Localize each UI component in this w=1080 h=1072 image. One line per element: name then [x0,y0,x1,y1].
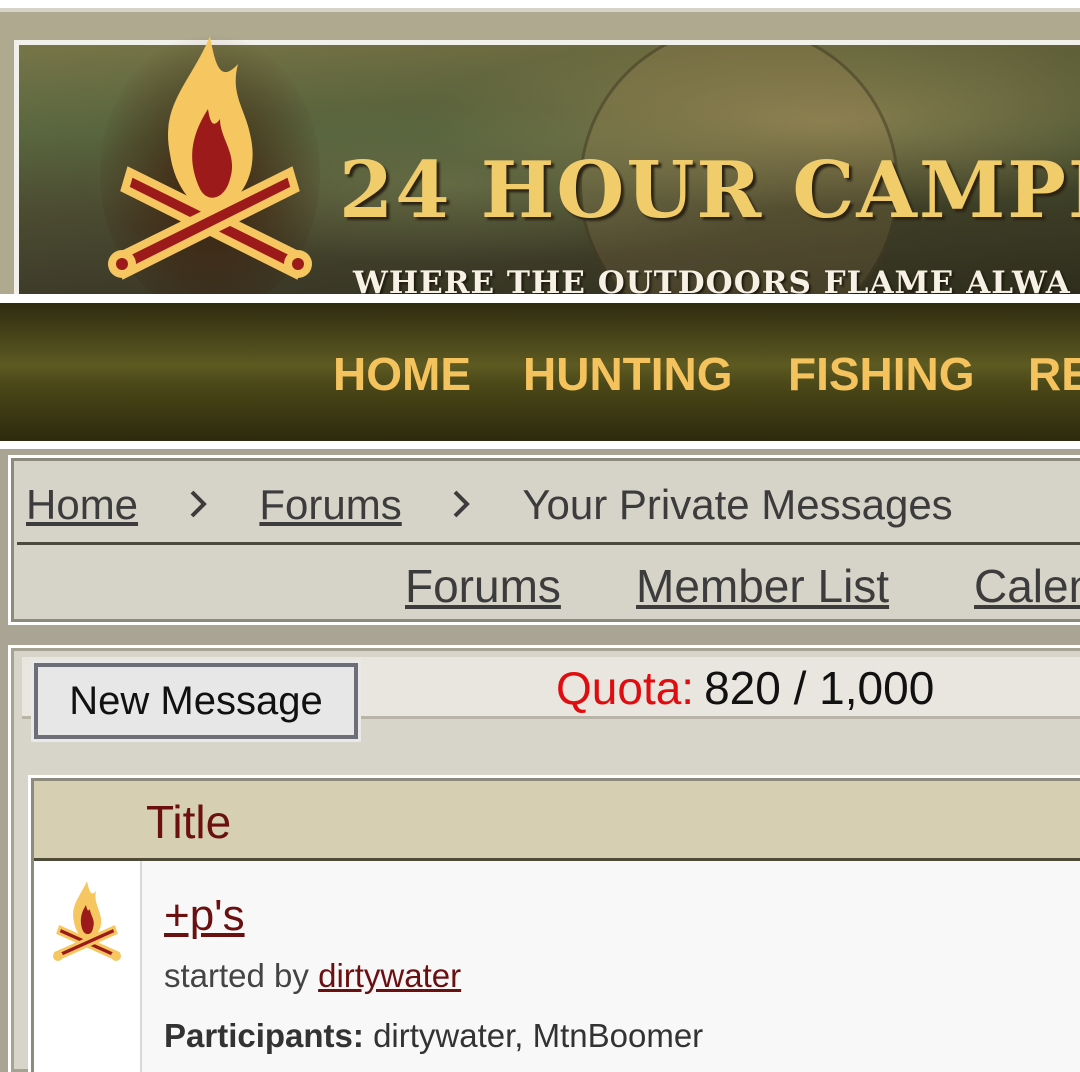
chevron-right-icon [454,490,471,518]
table-row: +p's started by dirtywater Participants:… [34,861,1080,1072]
breadcrumb-divider [17,542,1080,545]
nav-home[interactable]: HOME [333,347,471,401]
started-by-prefix: started by [164,957,309,994]
navbar-box-border: Home Forums Your Private Messages Forums… [11,458,1080,622]
table-border: Title +p's started by dirtywater Partici… [31,778,1080,1072]
column-header-title[interactable]: Title [146,795,231,849]
campfire-thread-icon [53,881,121,962]
quicklink-member-list[interactable]: Member List [636,559,889,613]
row-icon-cell [34,861,142,1072]
quota-display: Quota: 820 / 1,000 [556,661,934,715]
main-nav: HOME HUNTING FISHING RE [0,303,1080,441]
breadcrumb-home[interactable]: Home [26,481,138,528]
message-started-by: started by dirtywater [164,957,461,995]
quicklink-calendar[interactable]: Calen [974,559,1080,613]
messages-table: Title +p's started by dirtywater Partici… [28,775,1080,1072]
banner-separator [0,294,1080,303]
message-participants: Participants: dirtywater, MtnBoomer [164,1017,703,1055]
nav-separator [0,441,1080,449]
quota-value: 820 / 1,000 [704,662,935,714]
site-title[interactable]: 24 HOUR CAMPFI [339,145,1080,236]
navbar-box: Home Forums Your Private Messages Forums… [8,455,1080,625]
participants-list: dirtywater, MtnBoomer [373,1017,704,1054]
chevron-right-icon [190,490,207,518]
breadcrumb-forums[interactable]: Forums [259,481,401,528]
nav-more[interactable]: RE [1028,347,1080,401]
nav-fishing[interactable]: FISHING [788,347,975,401]
breadcrumb-current: Your Private Messages [522,481,953,528]
table-header: Title [34,781,1080,861]
panel-border: New Message Quota: 820 / 1,000 Title +p'… [11,648,1080,1072]
message-author-link[interactable]: dirtywater [318,957,461,994]
quota-label: Quota: [556,662,695,714]
quick-links: Forums Member List Calen [14,559,1080,619]
private-messages-panel: New Message Quota: 820 / 1,000 Title +p'… [8,645,1080,1072]
new-message-button[interactable]: New Message [31,660,361,742]
site-banner: 24 HOUR CAMPFI WHERE THE OUTDOORS FLAME … [0,12,1080,314]
participants-label: Participants: [164,1017,364,1054]
message-title-link[interactable]: +p's [164,891,245,941]
quicklink-forums[interactable]: Forums [405,559,561,613]
nav-hunting[interactable]: HUNTING [523,347,733,401]
campfire-logo-icon[interactable] [100,24,320,314]
breadcrumb: Home Forums Your Private Messages [26,481,953,541]
top-strip [0,0,1080,8]
